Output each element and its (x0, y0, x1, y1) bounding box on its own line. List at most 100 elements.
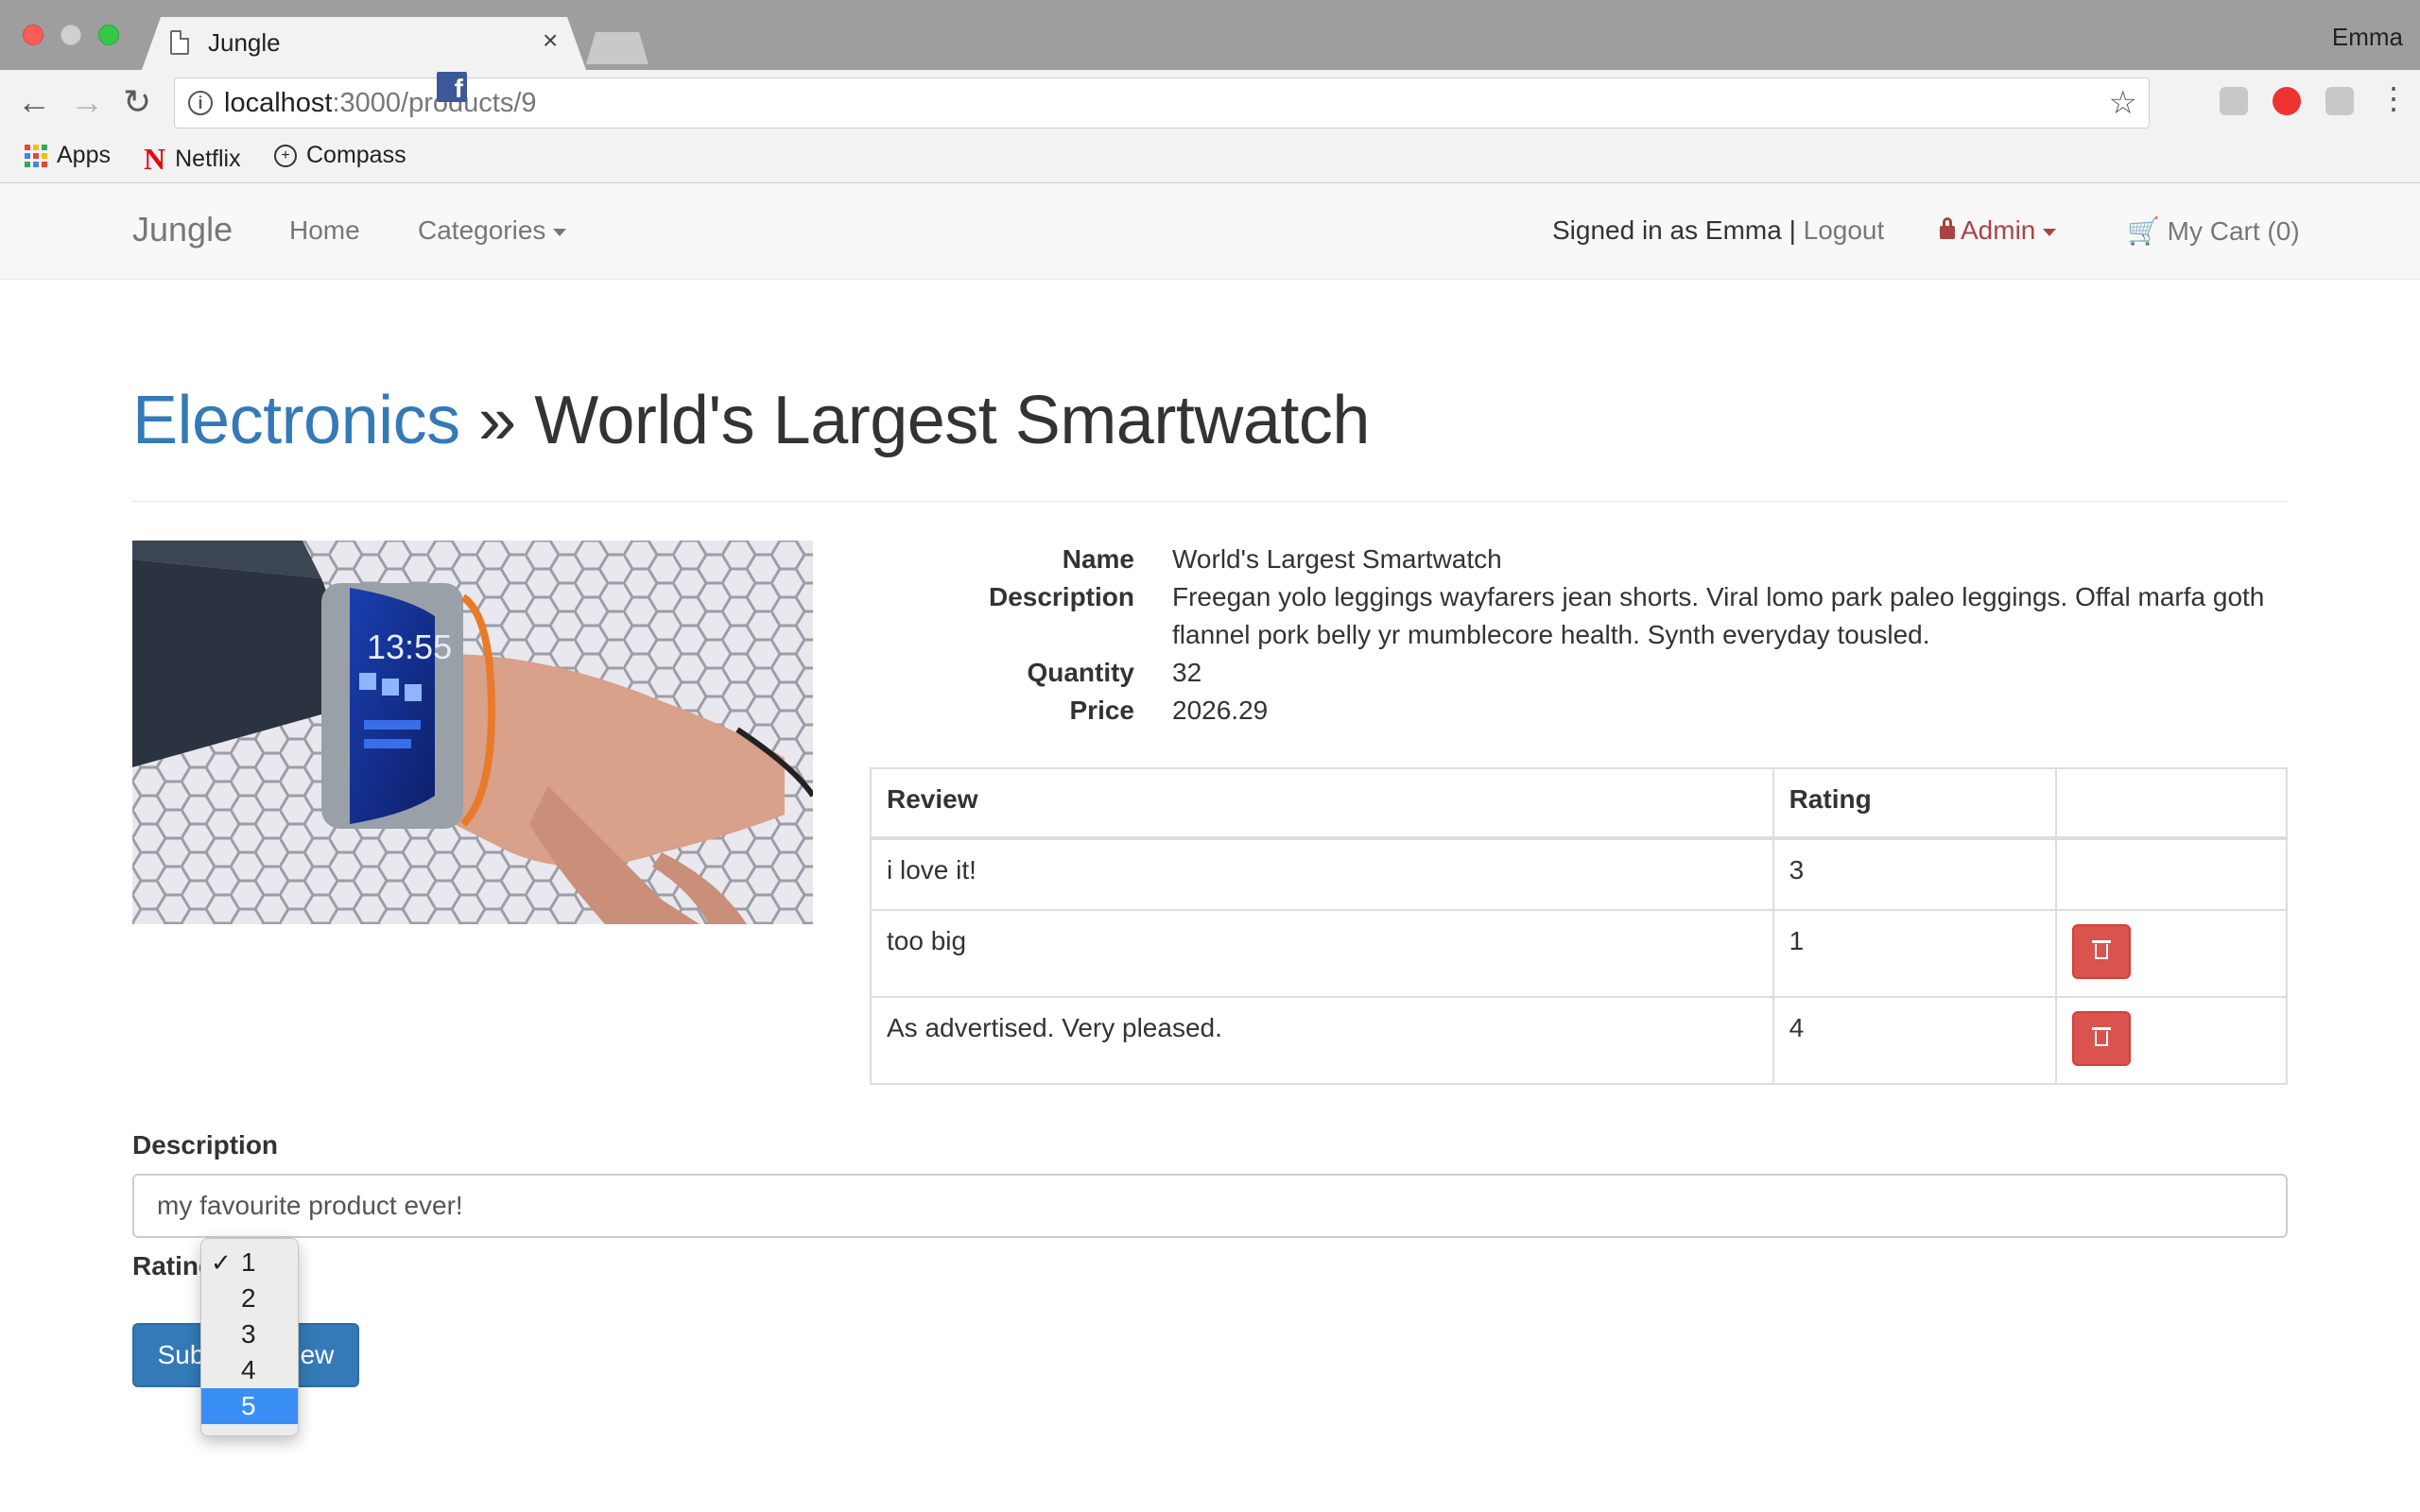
description-input[interactable] (132, 1174, 2288, 1238)
detail-value: World's Largest Smartwatch (1172, 544, 1502, 574)
rating-option-2[interactable]: 2 (201, 1280, 298, 1316)
profile-name[interactable]: Emma (2332, 23, 2403, 52)
category-link[interactable]: Electronics (132, 383, 460, 458)
review-actions (2055, 837, 2288, 911)
rating-option-1[interactable]: 1 (201, 1245, 298, 1280)
rating-select-menu[interactable]: 1 2 3 4 5 (200, 1238, 299, 1436)
column-header-rating: Rating (1772, 767, 2058, 840)
bookmarks-bar: Apps N Netflix + Compass (0, 134, 2420, 181)
detail-value: Freegan yolo leggings wayfarers jean sho… (1172, 582, 2265, 649)
trash-icon (2092, 940, 2112, 959)
review-text: i love it! (870, 837, 1774, 911)
brand-link[interactable]: Jungle (132, 210, 233, 249)
page-icon (170, 30, 189, 55)
detail-row-quantity: Quantity 32 (945, 654, 2269, 692)
caret-down-icon (2043, 228, 2057, 236)
bookmark-apps[interactable]: Apps (25, 142, 111, 169)
page-title: Electronics » World's Largest Smartwatch (132, 382, 1370, 459)
detail-row-description: Description Freegan yolo leggings wayfar… (945, 578, 2269, 654)
window-minimize-button[interactable] (60, 25, 81, 45)
browser-menu-icon[interactable]: ⋮ (2378, 83, 2409, 113)
url-text[interactable]: localhost:3000/products/9 (224, 88, 537, 119)
apps-grid-icon (25, 144, 47, 167)
table-row: too big 1 (870, 909, 2288, 998)
nav-admin-dropdown[interactable]: Admin (1940, 215, 2057, 246)
window-close-button[interactable] (23, 25, 43, 45)
bookmark-label: Netflix (175, 146, 241, 172)
nav-home-link[interactable]: Home (289, 215, 360, 246)
extension-adblock-icon[interactable] (2273, 87, 2301, 115)
detail-row-name: Name World's Largest Smartwatch (945, 541, 2269, 578)
nav-categories-label: Categories (418, 215, 546, 245)
review-rating: 1 (1772, 909, 2058, 998)
watch-time: 13:55 (367, 627, 452, 666)
trash-icon (2092, 1027, 2112, 1046)
rating-option-5[interactable]: 5 (201, 1388, 298, 1424)
site-info-icon[interactable]: i (188, 91, 213, 115)
rating-option-4[interactable]: 4 (201, 1352, 298, 1388)
rating-option-3[interactable]: 3 (201, 1316, 298, 1352)
title-separator: » (459, 383, 535, 458)
delete-review-button[interactable] (2072, 924, 2132, 979)
nav-cart-link[interactable]: 🛒 My Cart (0) (2127, 215, 2300, 247)
cart-icon: 🛒 (2127, 216, 2160, 246)
compass-icon: + (274, 144, 297, 167)
detail-row-price: Price 2026.29 (945, 692, 2269, 730)
product-title: World's Largest Smartwatch (534, 383, 1370, 458)
extension-h-icon[interactable] (2220, 87, 2248, 115)
detail-value: 2026.29 (1172, 696, 1269, 725)
review-actions (2055, 996, 2288, 1085)
product-details: Name World's Largest Smartwatch Descript… (945, 541, 2269, 730)
title-divider (132, 501, 2288, 502)
tab-title: Jungle (208, 28, 281, 57)
description-label: Description (132, 1130, 279, 1160)
address-bar[interactable]: i localhost:3000/products/9 ☆ (174, 77, 2150, 129)
signed-in-text: Signed in as Emma | (1552, 215, 1796, 245)
bookmark-compass[interactable]: + Compass (274, 142, 406, 169)
back-arrow-icon[interactable]: ← (17, 85, 51, 119)
smartwatch-photo: 13:55 (132, 541, 813, 924)
bookmark-label: Apps (57, 142, 111, 168)
extension-react-icon[interactable] (2325, 87, 2354, 115)
table-row: i love it! 3 (870, 837, 2288, 911)
column-header-review: Review (870, 767, 1774, 840)
review-text: As advertised. Very pleased. (870, 996, 1774, 1085)
product-image: 13:55 (132, 541, 813, 924)
bookmark-label: Compass (306, 142, 406, 168)
nav-categories-dropdown[interactable]: Categories (418, 215, 567, 246)
bookmark-star-icon[interactable]: ☆ (2109, 84, 2137, 122)
facebook-icon[interactable]: f (437, 72, 467, 103)
detail-label: Price (1069, 696, 1135, 725)
column-header-actions (2055, 767, 2288, 840)
caret-down-icon (553, 228, 567, 236)
delete-review-button[interactable] (2072, 1011, 2132, 1066)
tab-close-icon[interactable]: × (543, 27, 558, 54)
review-rating: 4 (1772, 996, 2058, 1085)
site-navbar: Jungle Home Categories Signed in as Emma… (0, 183, 2420, 280)
detail-value: 32 (1172, 658, 1202, 687)
detail-label: Description (988, 582, 1134, 611)
review-text: too big (870, 909, 1774, 998)
lock-icon (1940, 217, 1955, 239)
review-rating: 3 (1772, 837, 2058, 911)
table-row: As advertised. Very pleased. 4 (870, 996, 2288, 1085)
forward-arrow-icon[interactable]: → (70, 85, 104, 119)
cart-label: My Cart (0) (2167, 216, 2300, 246)
bookmark-netflix[interactable]: N Netflix (144, 142, 241, 177)
browser-tabstrip: Jungle × Emma (0, 0, 2420, 70)
netflix-icon: N (144, 142, 166, 176)
url-path: :3000/products/9 (332, 88, 537, 118)
detail-label: Name (1062, 544, 1134, 574)
table-header-row: Review Rating (870, 767, 2288, 840)
new-tab-button[interactable] (586, 32, 648, 64)
signed-in-status: Signed in as Emma | Logout (1552, 215, 1884, 246)
detail-label: Quantity (1027, 658, 1134, 687)
logout-link[interactable]: Logout (1804, 215, 1885, 245)
window-maximize-button[interactable] (98, 25, 119, 45)
reload-icon[interactable]: ↻ (123, 85, 151, 119)
reviews-table: Review Rating i love it! 3 too big 1 As … (870, 767, 2288, 1085)
url-host: localhost (224, 88, 333, 118)
nav-admin-label: Admin (1961, 215, 2036, 245)
browser-toolbar: ← → ↻ i localhost:3000/products/9 ☆ ⋮ Ap… (0, 70, 2420, 183)
review-actions (2055, 909, 2288, 998)
